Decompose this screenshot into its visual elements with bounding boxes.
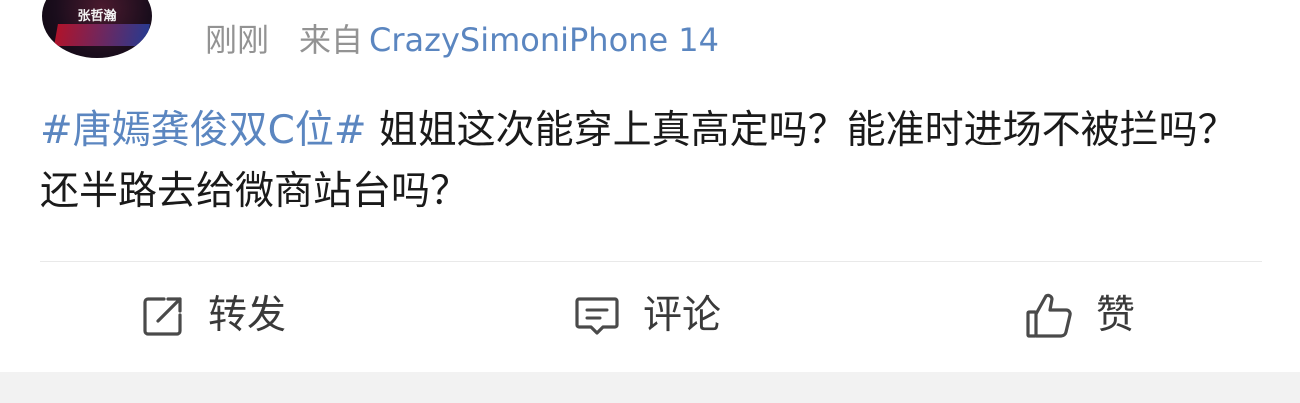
post-meta: 刚刚 来自 CrazySimoniPhone 14 [205, 18, 719, 62]
repost-button[interactable]: 转发 [140, 291, 286, 341]
avatar[interactable]: 张哲瀚 [42, 0, 152, 58]
thumbs-up-icon [1024, 292, 1074, 340]
avatar-name: 张哲瀚 [77, 9, 117, 24]
share-square-icon [140, 293, 186, 339]
like-label: 赞 [1096, 293, 1136, 338]
comment-button[interactable]: 评论 [573, 291, 721, 341]
action-bar: 转发 评论 赞 [0, 262, 1300, 372]
comment-label: 评论 [643, 293, 722, 338]
like-button[interactable]: 赞 [1024, 291, 1135, 341]
avatar-banner [54, 24, 150, 46]
source-prefix: 来自 [299, 21, 364, 59]
post-time: 刚刚 [205, 21, 270, 59]
post-content: #唐嫣龚俊双C位# 姐姐这次能穿上真高定吗？能准时进场不被拦吗？还半路去给微商站台… [40, 100, 1262, 222]
card-separator [0, 372, 1300, 403]
topic-link[interactable]: #唐嫣龚俊双C位# [40, 108, 367, 153]
comment-bubble-icon [573, 293, 621, 339]
repost-label: 转发 [208, 293, 287, 338]
post-source[interactable]: CrazySimoniPhone 14 [369, 21, 719, 59]
weibo-post-card: 张哲瀚 刚刚 来自 CrazySimoniPhone 14 #唐嫣龚俊双C位# 姐姐这… [0, 0, 1300, 372]
